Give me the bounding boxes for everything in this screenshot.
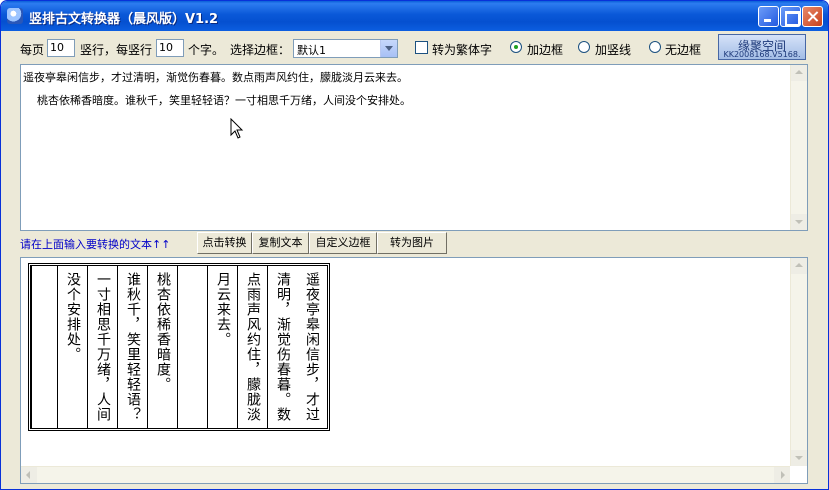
input-vertical-scrollbar[interactable] (790, 65, 807, 230)
column-4: 月云来去。 (207, 266, 237, 428)
title-bar[interactable]: 竖排古文转换器（晨风版）V1.2 (1, 1, 828, 31)
close-button[interactable] (802, 6, 823, 27)
per-page-label: 每页 (20, 43, 45, 57)
source-text-line-2: 桃杏依稀香暗度。谁秋千，笑里轻轻语？一寸相思千万绪，人间没个安排处。 (23, 94, 411, 107)
radio-add-border[interactable] (510, 41, 522, 53)
logo-banner[interactable]: 缘聚空间 KK2008168.V5168. (718, 34, 806, 60)
chars-label: 个字。 (188, 43, 225, 57)
column-7-text: 谁秋千，笑里轻轻语？ (125, 272, 141, 422)
column-9: 没个安排处。 (57, 266, 87, 428)
input-hint-label: 请在上面输入要转换的文本↑↑ (20, 238, 171, 251)
columns-label: 竖行，每竖行 (80, 43, 153, 57)
to-image-button[interactable]: 转为图片 (377, 232, 447, 254)
scroll-up-icon[interactable] (791, 258, 807, 274)
scroll-down-icon[interactable] (791, 450, 807, 466)
radio-add-border-label: 加边框 (527, 43, 564, 57)
traditional-label: 转为繁体字 (432, 43, 493, 57)
columns-per-page-input[interactable]: 10 (47, 39, 75, 57)
column-1: 遥夜亭皋闲信步，才过 (297, 266, 327, 428)
border-style-value: 默认1 (297, 44, 326, 57)
scroll-left-icon[interactable] (21, 467, 37, 483)
source-text-line-1: 遥夜亭皋闲信步，才过清明，渐觉伤春暮。数点雨声风约住，朦胧淡月云来去。 (23, 71, 408, 84)
source-text-input[interactable]: 遥夜亭皋闲信步，才过清明，渐觉伤春暮。数点雨声风约住，朦胧淡月云来去。 桃杏依稀… (20, 64, 808, 231)
vertical-output-panel[interactable]: 遥夜亭皋闲信步，才过 清明，渐觉伤春暮。数 点雨声风约住，朦胧淡 月云来去。 桃… (20, 257, 808, 484)
scroll-up-icon[interactable] (791, 65, 807, 81)
column-8: 一寸相思千万绪，人间 (87, 266, 117, 428)
logo-sub-text: KK2008168.V5168. (723, 50, 801, 59)
column-3-text: 点雨声风约住，朦胧淡 (245, 272, 261, 422)
output-horizontal-scrollbar[interactable] (21, 466, 790, 483)
chars-per-column-input[interactable]: 10 (156, 39, 184, 57)
radio-add-vline-label: 加竖线 (595, 43, 632, 57)
column-8-text: 一寸相思千万绪，人间 (95, 272, 111, 422)
output-vertical-scrollbar[interactable] (790, 258, 807, 466)
column-5 (177, 266, 207, 428)
column-6-text: 桃杏依稀香暗度。 (155, 272, 171, 392)
column-7: 谁秋千，笑里轻轻语？ (117, 266, 147, 428)
convert-button[interactable]: 点击转换 (197, 232, 252, 254)
radio-add-vline[interactable] (578, 41, 590, 53)
border-style-select[interactable]: 默认1 (293, 39, 398, 58)
scroll-down-icon[interactable] (791, 214, 807, 230)
copy-text-button[interactable]: 复制文本 (252, 232, 309, 254)
window-title: 竖排古文转换器（晨风版）V1.2 (29, 12, 219, 27)
radio-no-border[interactable] (649, 41, 661, 53)
border-select-label: 选择边框： (230, 43, 291, 57)
column-1-text: 遥夜亭皋闲信步，才过 (304, 272, 320, 422)
column-3: 点雨声风约住，朦胧淡 (237, 266, 267, 428)
column-10 (31, 266, 57, 428)
maximize-button[interactable] (780, 6, 801, 27)
minimize-button[interactable] (758, 6, 779, 27)
radio-no-border-label: 无边框 (665, 43, 702, 57)
source-text-content[interactable]: 遥夜亭皋闲信步，才过清明，渐觉伤春暮。数点雨声风约住，朦胧淡月云来去。 桃杏依稀… (23, 66, 789, 112)
column-9-text: 没个安排处。 (65, 272, 81, 362)
vertical-text-grid: 遥夜亭皋闲信步，才过 清明，渐觉伤春暮。数 点雨声风约住，朦胧淡 月云来去。 桃… (28, 263, 330, 431)
chevron-down-icon[interactable] (380, 40, 397, 57)
app-icon (7, 8, 23, 24)
app-window: 竖排古文转换器（晨风版）V1.2 每页 10 竖行，每竖行 10 个字。 选择边… (0, 0, 829, 490)
column-2-text: 清明，渐觉伤春暮。数 (275, 272, 291, 422)
traditional-checkbox[interactable] (415, 41, 428, 54)
column-4-text: 月云来去。 (215, 272, 231, 347)
column-2: 清明，渐觉伤春暮。数 (267, 266, 297, 428)
mouse-pointer-icon (230, 118, 244, 139)
scroll-right-icon[interactable] (774, 467, 790, 483)
custom-border-button[interactable]: 自定义边框 (309, 232, 377, 254)
column-6: 桃杏依稀香暗度。 (147, 266, 177, 428)
